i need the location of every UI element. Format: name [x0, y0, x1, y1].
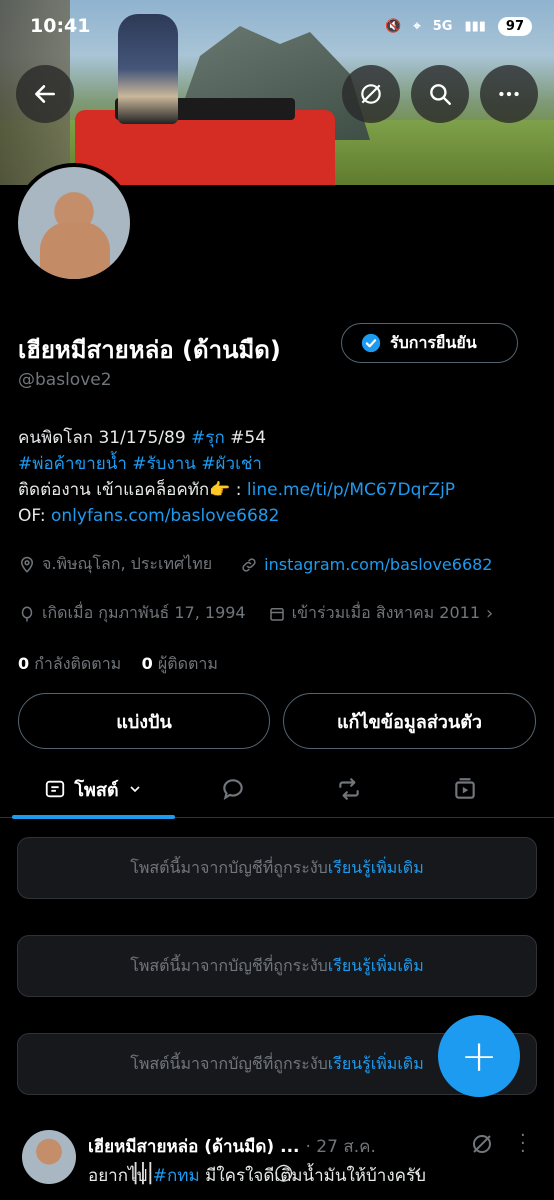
learn-more-link[interactable]: เรียนรู้เพิ่มเติม [328, 856, 424, 881]
reply-icon [223, 779, 243, 801]
suspended-post-notice: โพสต์นี้มาจากบัญชีที่ถูกระงับ เรียนรู้เพ… [17, 935, 537, 997]
back-button[interactable] [16, 65, 74, 123]
location-icon: ⌖ [413, 18, 421, 34]
link-icon [242, 557, 256, 572]
grok-icon[interactable] [470, 1132, 494, 1156]
tab-replies[interactable] [200, 760, 266, 818]
mute-icon: 🔇 [385, 18, 402, 34]
back-arrow-icon [35, 85, 55, 103]
edit-profile-button[interactable]: แก้ไขข้อมูลส่วนตัว [283, 693, 536, 749]
profile-tabs: โพสต์ [0, 760, 554, 818]
followers-link[interactable]: 0 ผู้ติดตาม [142, 654, 218, 673]
get-verified-button[interactable]: รับการยืนยัน [341, 323, 518, 363]
get-verified-label: รับการยืนยัน [390, 332, 477, 352]
posts-icon [46, 780, 65, 798]
bio-text: ติดต่องาน เข้าแอคล็อคทัก👉 : [18, 480, 247, 500]
grok-icon [361, 84, 381, 104]
tweet-date: · 27 ส.ค. [305, 1137, 376, 1157]
search-button[interactable] [411, 65, 469, 123]
network-label: 5G [432, 18, 453, 34]
tweet-header: เฮียหมีสายหล่อ (ด้านมืด) ... · 27 ส.ค. [88, 1133, 376, 1160]
user-handle: @baslove2 [18, 370, 112, 390]
tab-posts[interactable]: โพสต์ [12, 760, 175, 818]
video-icon [455, 778, 475, 799]
hashtag-link[interactable]: #กทม [153, 1166, 200, 1186]
profile-bio: คนพิดโลก 31/175/89 #รุก #54 #พ่อค้าขายน้… [18, 425, 538, 529]
search-icon [430, 84, 451, 105]
active-tab-indicator [12, 815, 175, 819]
status-bar: 10:41 🔇 ⌖ 5G ▮▮▮ 97 [0, 0, 554, 52]
tweet-text: อยากไป #กทม มีใครใจดีเติมน้ำมันให้บ้างคร… [88, 1166, 426, 1186]
tab-reposts[interactable] [316, 760, 382, 818]
more-icon [499, 91, 519, 97]
display-name: เฮียหมีสายหล่อ (ด้านมืด) [18, 336, 281, 364]
meta-row-1: จ.พิษณุโลก, ประเทศไทย instagram.com/basl… [18, 552, 492, 577]
battery-level: 97 [497, 16, 532, 36]
signal-icon: ▮▮▮ [464, 18, 486, 34]
banner-truck [75, 98, 335, 185]
learn-more-link[interactable]: เรียนรู้เพิ่มเติม [328, 954, 424, 979]
share-button[interactable]: แบ่งปัน [18, 693, 270, 749]
suspended-post-notice: โพสต์นี้มาจากบัญชีที่ถูกระงับ เรียนรู้เพ… [17, 837, 537, 899]
onlyfans-link[interactable]: onlyfans.com/baslove6682 [51, 506, 279, 526]
grok-button[interactable] [342, 65, 400, 123]
chevron-down-icon [130, 786, 140, 793]
tab-media[interactable] [432, 760, 498, 818]
verified-badge-icon [361, 333, 381, 353]
hashtag-links[interactable]: #พ่อค้าขายน้ำ #รับงาน #ผัวเช่า [18, 454, 262, 474]
repost-icon [339, 778, 359, 800]
tweet-more-icon[interactable]: · · · [520, 1127, 526, 1161]
website-link[interactable]: instagram.com/baslove6682 [264, 555, 492, 574]
bio-text: #54 [224, 428, 267, 448]
follow-counts: 0 กำลังติดตาม 0 ผู้ติดตาม [18, 652, 218, 677]
meta-row-2: เกิดเมื่อ กุมภาพันธ์ 17, 1994 เข้าร่วมเม… [18, 601, 493, 626]
location-text: จ.พิษณุโลก, ประเทศไทย [42, 554, 213, 573]
joined-date-text: เข้าร่วมเมื่อ สิงหาคม 2011 [291, 603, 480, 622]
bio-text: คนพิดโลก 31/175/89 [18, 428, 192, 448]
compose-button[interactable]: + [438, 1015, 520, 1097]
bio-text: OF: [18, 506, 51, 526]
line-link[interactable]: line.me/ti/p/MC67DqrZjP [247, 480, 455, 500]
chevron-right-icon[interactable]: › [486, 603, 493, 624]
more-button[interactable] [480, 65, 538, 123]
following-link[interactable]: 0 กำลังติดตาม [18, 654, 121, 673]
birth-date-text: เกิดเมื่อ กุมภาพันธ์ 17, 1994 [42, 603, 246, 622]
status-time: 10:41 [30, 15, 91, 37]
tweet-author[interactable]: เฮียหมีสายหล่อ (ด้านมืด) ... [88, 1133, 299, 1160]
balloon-icon [21, 606, 33, 621]
hashtag-link[interactable]: #รุก [191, 428, 225, 448]
profile-avatar[interactable] [14, 163, 134, 283]
calendar-icon [269, 607, 284, 621]
tweet-avatar[interactable] [22, 1130, 76, 1184]
location-pin-icon [20, 556, 34, 573]
learn-more-link[interactable]: เรียนรู้เพิ่มเติม [328, 1052, 424, 1077]
tab-posts-label: โพสต์ [74, 779, 119, 801]
